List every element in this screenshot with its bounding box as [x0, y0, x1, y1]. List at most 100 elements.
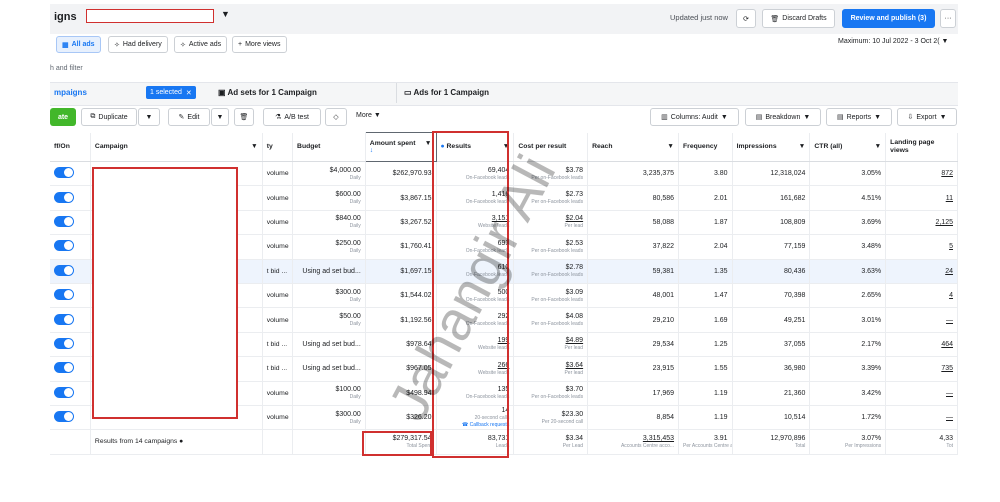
campaign-cell[interactable]	[90, 381, 263, 406]
landing-value[interactable]: 464	[890, 340, 953, 349]
campaign-cell[interactable]	[90, 234, 263, 260]
landing-value[interactable]: —	[890, 316, 953, 325]
table-row[interactable]: volume $300.00 Daily $326.20 14 20-second cal…	[50, 405, 958, 431]
on-off-toggle[interactable]	[54, 337, 74, 349]
on-off-toggle[interactable]	[54, 362, 74, 374]
review-publish-button[interactable]: Review and publish (3)	[842, 9, 935, 28]
callback-requests-link[interactable]: ☎ Callback requests	[441, 422, 509, 429]
close-icon[interactable]: ✕	[186, 89, 192, 97]
campaign-cell[interactable]	[90, 185, 263, 211]
campaign-cell[interactable]	[90, 307, 263, 333]
more-options-button[interactable]: ···	[940, 9, 956, 28]
view-all-ads[interactable]: ▦ All ads	[56, 36, 101, 53]
view-active-ads[interactable]: ✧ Active ads	[174, 36, 228, 53]
col-amount-spent[interactable]: Amount spent ▼ ↓	[364, 132, 437, 162]
col-ctr[interactable]: CTR (all) ▼	[809, 132, 887, 162]
table-row[interactable]: t bid ... Using ad set bud... $1,697.15 610…	[50, 259, 958, 284]
tab-adsets[interactable]: ▣ Ad sets for 1 Campaign	[218, 88, 317, 97]
landing-value[interactable]: 2,125	[890, 218, 953, 227]
on-off-toggle[interactable]	[54, 411, 74, 423]
col-landing-page-views[interactable]: Landing page views	[885, 132, 958, 162]
landing-value[interactable]: 872	[890, 169, 953, 178]
date-range-picker[interactable]: Maximum: 10 Jul 2022 - 3 Oct 2( ▼	[838, 38, 948, 45]
table-row[interactable]: volume $840.00 Daily $3,267.52 3,151 Website …	[50, 210, 958, 236]
col-strategy[interactable]: ty	[262, 132, 294, 162]
on-off-toggle[interactable]	[54, 289, 74, 301]
on-off-toggle[interactable]	[54, 191, 74, 203]
col-impressions[interactable]: Impressions ▼	[732, 132, 811, 162]
budget-cell[interactable]: Using ad set bud...	[292, 356, 366, 382]
more-views-button[interactable]: + More views	[232, 36, 287, 53]
on-off-toggle[interactable]	[54, 386, 74, 398]
budget-cell[interactable]: $300.00 Daily	[292, 283, 366, 309]
table-row[interactable]: volume $300.00 Daily $1,544.02 500 On-Faceboo…	[50, 283, 958, 309]
budget-cell[interactable]: $300.00 Daily	[292, 405, 366, 431]
info-icon[interactable]: ●	[441, 143, 445, 150]
tag-button[interactable]: ◇	[325, 108, 347, 126]
tab-ads[interactable]: ▭ Ads for 1 Campaign	[404, 88, 489, 97]
table-row[interactable]: volume $50.00 Daily $1,192.56 292 On-Facebook…	[50, 307, 958, 333]
tab-campaigns[interactable]: mpaigns	[54, 88, 87, 97]
chevron-down-icon[interactable]: ▼	[667, 143, 674, 150]
landing-value[interactable]: 11	[890, 194, 953, 203]
landing-value[interactable]: 5	[890, 242, 953, 251]
chevron-down-icon[interactable]: ▼	[425, 140, 432, 147]
chevron-down-icon[interactable]: ▼	[251, 143, 258, 150]
chevron-down-icon[interactable]: ▼	[799, 143, 806, 150]
selected-badge[interactable]: 1 selected ✕	[146, 86, 196, 99]
col-onoff[interactable]: ff/On	[50, 132, 91, 162]
breakdown-button[interactable]: ▤ Breakdown ▼	[745, 108, 821, 126]
budget-cell[interactable]: Using ad set bud...	[292, 259, 366, 284]
budget-cell[interactable]: $50.00 Daily	[292, 307, 366, 333]
col-budget[interactable]: Budget	[292, 132, 366, 162]
sort-desc-icon[interactable]: ↓	[370, 147, 373, 154]
campaign-name-field[interactable]	[86, 9, 214, 23]
budget-cell[interactable]: $600.00 Daily	[292, 185, 366, 211]
on-off-toggle[interactable]	[54, 215, 74, 227]
discard-drafts-button[interactable]: 🗑 Discard Drafts	[762, 9, 835, 28]
table-row[interactable]: volume $100.00 Daily $498.94 135 On-Facebook …	[50, 381, 958, 406]
landing-value[interactable]: 4	[890, 291, 953, 300]
campaign-cell[interactable]	[90, 405, 263, 431]
table-row[interactable]: t bid ... Using ad set bud... $967.05 266 We…	[50, 356, 958, 382]
landing-value[interactable]: —	[890, 413, 953, 422]
table-row[interactable]: volume $250.00 Daily $1,760.41 693 On-Faceboo…	[50, 234, 958, 260]
create-button[interactable]: ate	[50, 108, 76, 126]
delete-button[interactable]: 🗑	[234, 108, 254, 126]
search-filter-hint[interactable]: h and filter	[50, 65, 83, 72]
campaign-cell[interactable]	[90, 283, 263, 309]
duplicate-button[interactable]: ⧉ Duplicate	[81, 108, 137, 126]
campaign-cell[interactable]	[90, 161, 263, 187]
edit-button[interactable]: ✎ Edit	[168, 108, 210, 126]
table-row[interactable]: t bid ... Using ad set bud... $978.64 199 We…	[50, 332, 958, 358]
campaign-cell[interactable]	[90, 210, 263, 236]
table-row[interactable]: volume $4,000.00 Daily $262,970.93 69,404 On-…	[50, 161, 958, 187]
on-off-toggle[interactable]	[54, 240, 74, 252]
chevron-down-icon[interactable]: ▼	[503, 143, 510, 150]
summary-reach-value[interactable]: 3,315,453	[592, 434, 674, 443]
budget-cell[interactable]: $100.00 Daily	[292, 381, 366, 406]
campaign-cell[interactable]	[90, 356, 263, 382]
budget-cell[interactable]: Using ad set bud...	[292, 332, 366, 358]
chevron-down-icon[interactable]: ▼	[221, 9, 230, 19]
col-results[interactable]: ● Results ▼	[436, 132, 515, 162]
refresh-button[interactable]: ⟳	[736, 9, 756, 28]
col-reach[interactable]: Reach ▼	[587, 132, 680, 162]
on-off-toggle[interactable]	[54, 167, 74, 179]
export-button[interactable]: ⇩ Export ▼	[897, 108, 957, 126]
chevron-down-icon[interactable]: ▼	[874, 143, 881, 150]
view-had-delivery[interactable]: ✧ Had delivery	[108, 36, 168, 53]
landing-value[interactable]: 735	[890, 364, 953, 373]
edit-dropdown[interactable]: ▼	[211, 108, 229, 126]
col-cost-per-result[interactable]: Cost per result	[513, 132, 589, 162]
campaign-cell[interactable]	[90, 259, 263, 284]
landing-value[interactable]: 24	[890, 267, 953, 276]
campaign-cell[interactable]	[90, 332, 263, 358]
on-off-toggle[interactable]	[54, 264, 74, 276]
table-row[interactable]: volume $600.00 Daily $3,867.15 1,416 On-Faceb…	[50, 185, 958, 211]
reports-button[interactable]: ▤ Reports ▼	[826, 108, 892, 126]
more-button[interactable]: More ▼	[356, 112, 381, 130]
columns-button[interactable]: ▥ Columns: Audit ▼	[650, 108, 739, 126]
info-icon[interactable]: ●	[179, 438, 183, 445]
budget-cell[interactable]: $840.00 Daily	[292, 210, 366, 236]
